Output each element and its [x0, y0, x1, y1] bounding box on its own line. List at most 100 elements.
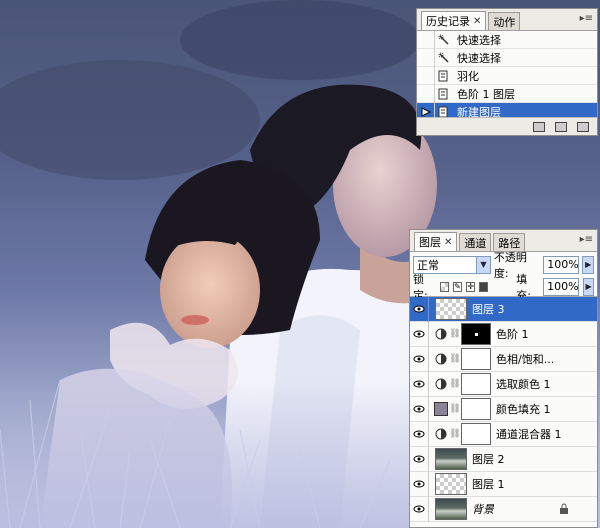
lock-transparency-icon[interactable] — [439, 281, 449, 292]
history-item-label: 羽化 — [457, 69, 479, 83]
tab-actions-label: 动作 — [493, 15, 516, 29]
blend-mode-select[interactable]: 正常 ▼ — [413, 255, 491, 274]
tab-history-label: 历史记录 — [426, 15, 470, 28]
adjustment-layer-icon — [433, 328, 449, 340]
eye-icon[interactable] — [410, 471, 429, 497]
layer-mask-thumbnail[interactable] — [461, 398, 491, 420]
layer-name[interactable]: 色相/饱和... — [491, 351, 554, 367]
fill-slider-arrow-icon[interactable]: ▶ — [583, 277, 595, 296]
layer-name[interactable]: 图层 3 — [467, 301, 505, 317]
layer-row[interactable]: ⛓ 选取颜色 1 — [410, 371, 597, 397]
tab-actions[interactable]: 动作 — [488, 12, 521, 30]
adjustment-layer-icon — [433, 353, 449, 365]
panel-menu-icon[interactable]: ▸≡ — [580, 13, 593, 24]
layer-name[interactable]: 图层 1 — [467, 476, 505, 492]
link-icon[interactable]: ⛓ — [449, 429, 461, 439]
eye-icon[interactable] — [410, 296, 429, 322]
link-icon[interactable]: ⛓ — [449, 329, 461, 339]
blend-opacity-row: 正常 ▼ 不透明度: 100% ▶ — [410, 251, 597, 280]
layer-row[interactable]: 图层 2 — [410, 446, 597, 472]
layer-row[interactable]: ⛓ 通道混合器 1 — [410, 421, 597, 447]
eye-icon[interactable] — [410, 496, 429, 522]
tab-paths-label: 路径 — [498, 236, 521, 250]
history-item[interactable]: 色阶 1 图层 — [417, 84, 597, 103]
opacity-slider-arrow-icon[interactable]: ▶ — [582, 255, 594, 274]
lock-pixels-icon[interactable]: ✎ — [452, 281, 463, 292]
eye-icon[interactable] — [410, 371, 429, 397]
quick-selection-icon — [435, 52, 453, 64]
opacity-value: 100% — [547, 258, 579, 271]
photo-canvas: 历史记录 ✕ 动作 ▸≡ 快速选择 快速选择 羽化 色阶 1 图层 新建图层 图… — [0, 0, 600, 528]
history-source-checkbox[interactable] — [417, 48, 435, 67]
layer-row[interactable]: ⛓ 色相/饱和... — [410, 346, 597, 372]
layers-tabbar: 图层 ✕ 通道 路径 ▸≡ — [410, 230, 597, 252]
layer-row[interactable]: 图层 1 — [410, 471, 597, 497]
tab-channels[interactable]: 通道 — [459, 233, 492, 251]
layer-thumbnail — [435, 498, 467, 520]
history-source-checkbox[interactable] — [417, 30, 435, 49]
eye-icon[interactable] — [410, 346, 429, 372]
link-icon[interactable]: ⛓ — [449, 379, 461, 389]
lock-icon — [559, 503, 569, 518]
lock-all-icon[interactable] — [479, 281, 489, 292]
layer-name[interactable]: 图层 2 — [467, 451, 505, 467]
layer-thumbnail — [435, 473, 467, 495]
history-item[interactable]: 快速选择 — [417, 48, 597, 67]
history-source-checkbox[interactable] — [417, 66, 435, 85]
history-item[interactable]: 快速选择 — [417, 30, 597, 49]
layer-name[interactable]: 色阶 1 — [491, 326, 529, 342]
color-fill-swatch[interactable] — [433, 402, 449, 416]
layer-name[interactable]: 颜色填充 1 — [491, 401, 551, 417]
eye-icon[interactable] — [410, 446, 429, 472]
trash-icon[interactable] — [577, 121, 589, 132]
fill-value: 100% — [547, 280, 579, 293]
adjustment-layer-icon — [433, 378, 449, 390]
layer-mask-thumbnail[interactable] — [461, 348, 491, 370]
quick-selection-icon — [435, 34, 453, 46]
link-icon[interactable]: ⛓ — [449, 354, 461, 364]
history-item-label: 快速选择 — [457, 33, 501, 47]
layer-thumbnail — [435, 298, 467, 320]
link-icon[interactable]: ⛓ — [449, 404, 461, 414]
eye-icon[interactable] — [410, 421, 429, 447]
history-item[interactable]: 羽化 — [417, 66, 597, 85]
tab-layers[interactable]: 图层 ✕ — [414, 232, 458, 251]
layer-row[interactable]: 图层 3 — [410, 296, 597, 322]
lock-position-icon[interactable]: ✛ — [466, 281, 476, 292]
tab-layers-label: 图层 — [419, 236, 441, 249]
layer-thumbnail — [435, 448, 467, 470]
tab-channels-label: 通道 — [464, 236, 487, 250]
layer-mask-thumbnail[interactable] — [461, 373, 491, 395]
eye-icon[interactable] — [410, 396, 429, 422]
history-state-icon — [435, 106, 453, 118]
tab-paths[interactable]: 路径 — [493, 233, 526, 251]
history-item-label: 色阶 1 图层 — [457, 87, 515, 101]
history-tabbar: 历史记录 ✕ 动作 ▸≡ — [417, 9, 597, 31]
layer-row[interactable]: ⛓ 色阶 1 — [410, 321, 597, 347]
eye-icon[interactable] — [410, 321, 429, 347]
layer-row[interactable]: 背景 — [410, 496, 597, 522]
close-icon[interactable]: ✕ — [444, 237, 452, 248]
opacity-input[interactable]: 100% — [543, 255, 580, 274]
layer-name[interactable]: 通道混合器 1 — [491, 426, 562, 442]
history-state-icon — [435, 88, 453, 100]
layer-mask-thumbnail[interactable] — [461, 323, 491, 345]
history-item-label: 快速选择 — [457, 51, 501, 65]
blend-mode-value: 正常 — [417, 258, 439, 272]
new-document-from-state-icon[interactable] — [533, 121, 545, 132]
history-source-checkbox[interactable] — [417, 84, 435, 103]
layer-name[interactable]: 背景 — [467, 501, 494, 517]
history-state-icon — [435, 70, 453, 82]
panel-menu-icon[interactable]: ▸≡ — [580, 234, 593, 245]
close-icon[interactable]: ✕ — [473, 16, 481, 27]
chevron-down-icon[interactable]: ▼ — [475, 256, 490, 273]
new-snapshot-icon[interactable] — [555, 121, 567, 132]
layers-panel: 图层 ✕ 通道 路径 ▸≡ 正常 ▼ 不透明度: 100% ▶ 锁定: ✎ ✛ … — [409, 229, 598, 528]
tab-history[interactable]: 历史记录 ✕ — [421, 11, 487, 30]
layer-name[interactable]: 选取颜色 1 — [491, 376, 551, 392]
fill-input[interactable]: 100% — [543, 277, 580, 296]
history-panel: 历史记录 ✕ 动作 ▸≡ 快速选择 快速选择 羽化 色阶 1 图层 新建图层 — [416, 8, 598, 136]
layer-mask-thumbnail[interactable] — [461, 423, 491, 445]
layer-row[interactable]: ⛓ 颜色填充 1 — [410, 396, 597, 422]
history-footer — [417, 117, 597, 135]
